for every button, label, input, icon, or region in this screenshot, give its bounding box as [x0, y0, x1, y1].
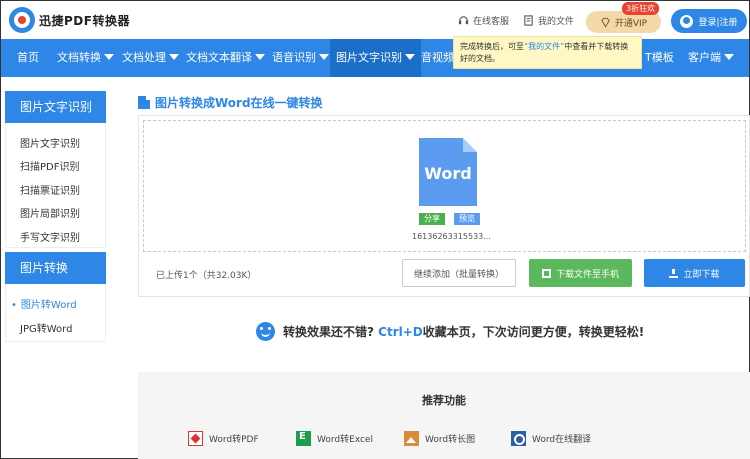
- tooltip-text-before: 完成转换后，可至: [460, 42, 524, 51]
- sidebar-item-scan-pdf[interactable]: 扫描PDF识别: [20, 158, 79, 173]
- caret-down-icon: [724, 54, 734, 60]
- download-to-phone-button[interactable]: 下载文件至手机: [529, 259, 632, 287]
- nav-doc-process-label: 文档处理: [122, 51, 166, 64]
- vip-promo-badge: 3折狂欢: [622, 2, 660, 15]
- nav-doc-translate[interactable]: 文档文本翻译: [186, 39, 265, 77]
- download-to-phone-label: 下载文件至手机: [555, 269, 619, 280]
- recommend-word-to-pdf-label: Word转PDF: [209, 435, 259, 445]
- caret-down-icon: [255, 54, 265, 60]
- share-button[interactable]: 分享: [419, 213, 445, 225]
- nav-doc-convert[interactable]: 文档转换: [57, 39, 114, 77]
- my-files-label: 我的文件: [538, 17, 575, 27]
- recommend-word-to-pdf[interactable]: Word转PDF: [188, 431, 259, 446]
- download-now-button[interactable]: 立即下载: [644, 259, 745, 287]
- pdf-icon: [188, 431, 203, 446]
- nav-doc-translate-label: 文档文本翻译: [186, 51, 252, 64]
- image-icon: [404, 431, 419, 446]
- caret-down-icon: [405, 54, 415, 60]
- top-header: 迅捷PDF转换器 在线客服 我的文件 开通VIP 3折狂欢 登录|注册: [1, 1, 749, 39]
- sidebar-item-image-ocr[interactable]: 图片文字识别: [20, 135, 80, 150]
- nav-client-label: 客户端: [688, 51, 721, 64]
- app-logo-icon[interactable]: [9, 7, 35, 33]
- sidebar-group-image-ocr[interactable]: 图片文字识别: [5, 91, 106, 123]
- document-icon: [138, 96, 150, 109]
- login-label: 登录|注册: [698, 17, 738, 28]
- upload-panel: Word 分享 预览 16136263315533... 已上传1个（共32.0…: [138, 115, 750, 297]
- upload-count: 已上传1个（共32.03K）: [156, 271, 257, 281]
- download-now-label: 立即下载: [683, 269, 720, 280]
- sidebar-item-handwriting[interactable]: 手写文字识别: [20, 229, 80, 244]
- app-title[interactable]: 迅捷PDF转换器: [39, 12, 130, 29]
- online-service-link[interactable]: 在线客服: [458, 14, 509, 27]
- nav-image-ocr-label: 图片文字识别: [336, 51, 402, 64]
- recommend-word-translate-label: Word在线翻译: [532, 435, 592, 445]
- page-title-text: 图片转换成Word在线一键转换: [155, 96, 323, 110]
- preview-button[interactable]: 预览: [454, 213, 480, 225]
- promo-shortcut: Ctrl+D: [378, 325, 423, 339]
- sidebar-group-image-convert[interactable]: 图片转换: [5, 252, 106, 284]
- promo-text-after: 收藏本页，下次访问更方便，转换更轻松!: [422, 325, 645, 339]
- vip-label: 开通VIP: [614, 18, 648, 29]
- nav-voice-recognition-label: 语音识别: [272, 51, 316, 64]
- recommend-word-to-long-image-label: Word转长图: [425, 435, 476, 445]
- page-title: 图片转换成Word在线一键转换: [138, 94, 323, 111]
- download-icon: [669, 268, 679, 278]
- my-files-link[interactable]: 我的文件: [523, 14, 574, 27]
- caret-down-icon: [104, 54, 114, 60]
- bookmark-promo: 转换效果还不错? Ctrl+D收藏本页，下次访问更方便，转换更轻松!: [256, 322, 644, 341]
- caret-down-icon: [319, 54, 329, 60]
- login-register-button[interactable]: 登录|注册: [671, 9, 747, 33]
- nav-doc-process[interactable]: 文档处理: [122, 39, 179, 77]
- recommend-title: 推荐功能: [422, 394, 466, 407]
- translate-icon: [511, 431, 526, 446]
- nav-home[interactable]: 首页: [17, 39, 39, 77]
- tooltip-highlight: “我的文件”: [524, 42, 565, 51]
- smile-icon: [256, 322, 275, 341]
- nav-audio-video[interactable]: 音视频: [421, 39, 454, 77]
- file-name: 16136263315533...: [412, 232, 491, 241]
- file-drop-zone[interactable]: Word 分享 预览 16136263315533...: [143, 120, 746, 252]
- excel-icon: [296, 431, 311, 446]
- file-icon: [524, 15, 533, 26]
- word-file-label: Word: [424, 164, 472, 183]
- continue-add-button[interactable]: 继续添加（批量转换）: [402, 259, 516, 287]
- online-service-label: 在线客服: [473, 17, 510, 27]
- caret-down-icon: [169, 54, 179, 60]
- word-file-icon[interactable]: Word: [419, 138, 477, 206]
- sidebar-item-scan-ticket[interactable]: 扫描票证识别: [20, 182, 80, 197]
- recommend-section: 推荐功能 Word转PDF Word转Excel Word转长图 Word在线翻…: [138, 372, 750, 459]
- sidebar-item-image-partial[interactable]: 图片局部识别: [20, 205, 80, 220]
- nav-doc-convert-label: 文档转换: [57, 51, 101, 64]
- sidebar-item-image-to-word[interactable]: 图片转Word: [11, 296, 77, 311]
- diamond-icon: [601, 17, 610, 28]
- nav-voice-recognition[interactable]: 语音识别: [272, 39, 329, 77]
- nav-templates[interactable]: T模板: [645, 39, 674, 77]
- promo-text-before: 转换效果还不错?: [283, 325, 374, 339]
- headset-icon: [458, 16, 469, 25]
- nav-client[interactable]: 客户端: [688, 39, 734, 77]
- my-files-tooltip: 完成转换后，可至“我的文件”中查看并下载转换好的文档。: [453, 36, 642, 69]
- qr-code-icon: [541, 268, 551, 278]
- nav-image-ocr[interactable]: 图片文字识别: [330, 39, 421, 77]
- promo-text: 转换效果还不错? Ctrl+D收藏本页，下次访问更方便，转换更轻松!: [283, 323, 644, 340]
- recommend-word-translate[interactable]: Word在线翻译: [511, 431, 591, 446]
- sidebar-item-jpg-to-word[interactable]: JPG转Word: [20, 320, 72, 335]
- user-icon: [680, 14, 694, 28]
- recommend-word-to-excel-label: Word转Excel: [317, 435, 373, 445]
- recommend-word-to-excel[interactable]: Word转Excel: [296, 431, 373, 446]
- recommend-word-to-long-image[interactable]: Word转长图: [404, 431, 475, 446]
